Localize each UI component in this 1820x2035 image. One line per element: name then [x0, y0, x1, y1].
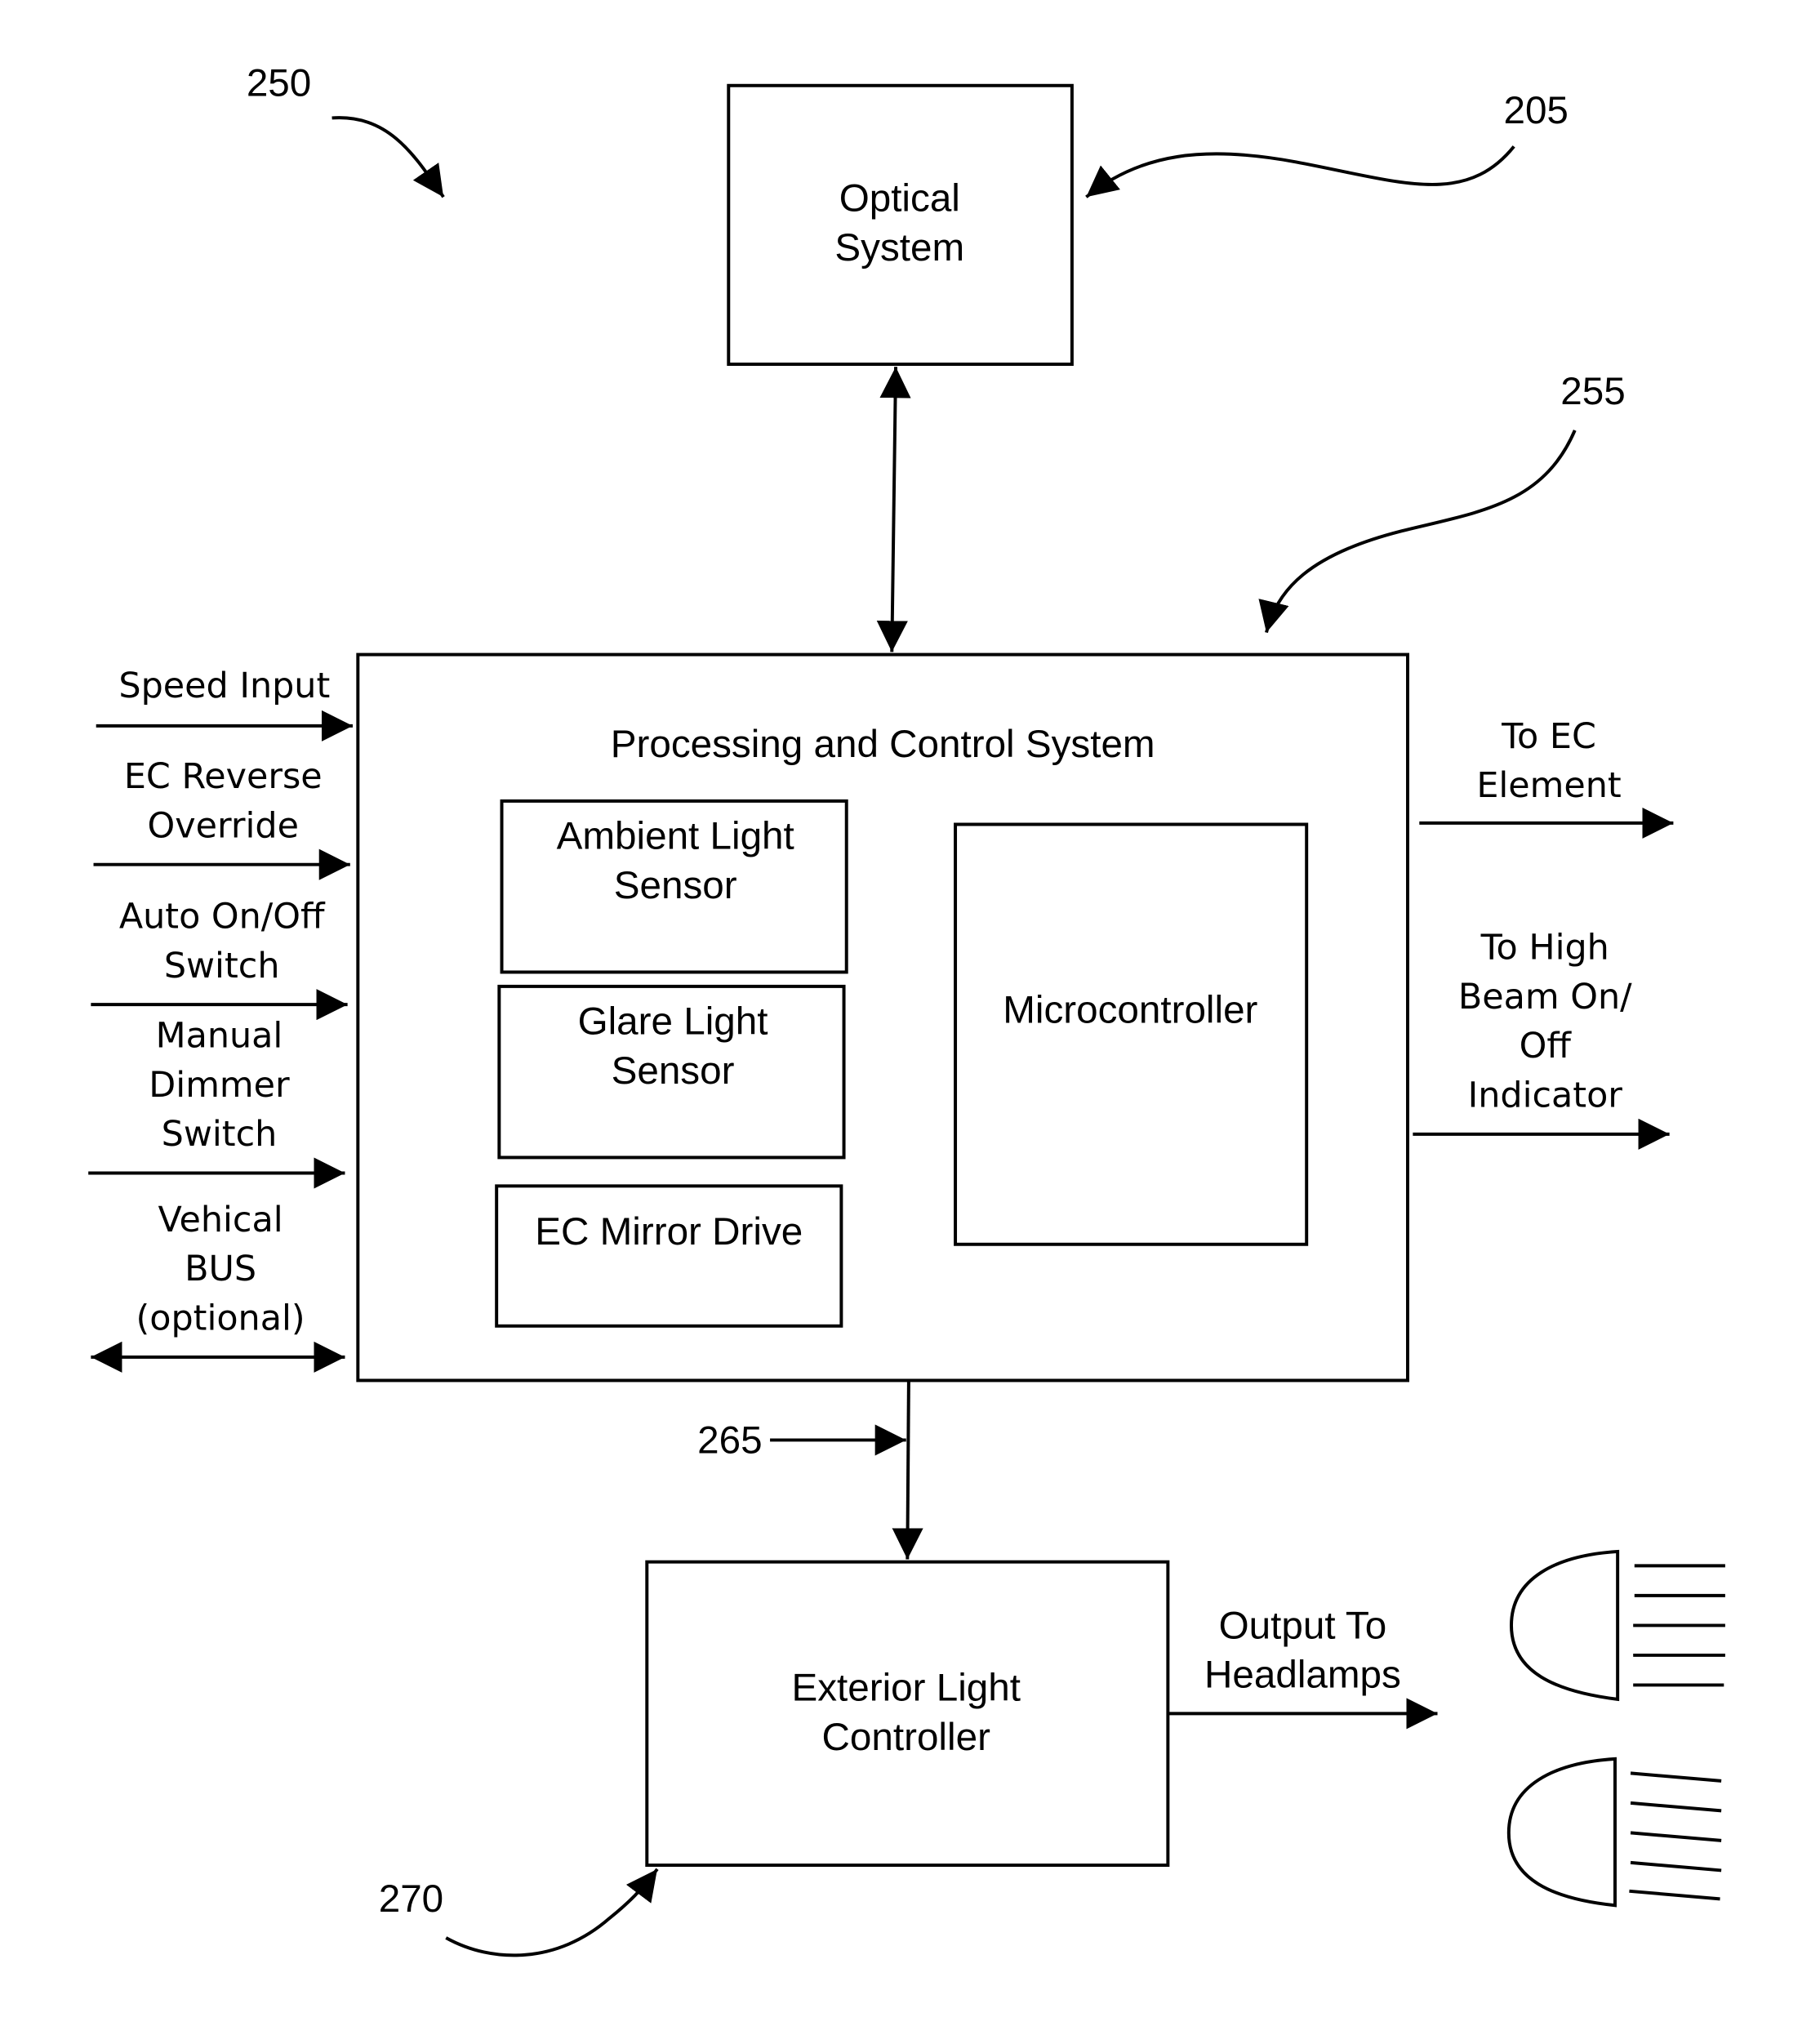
microcontroller-box	[954, 822, 1309, 1246]
glare-light-sensor-line2: Sensor	[612, 1049, 735, 1093]
input-auto-switch-line1: Auto On/Off	[119, 896, 326, 937]
output-high-beam-line1: To High	[1480, 928, 1609, 969]
ref-250-leader	[332, 116, 445, 198]
ref-270-leader	[445, 1868, 659, 1957]
input-auto-switch-line2: Switch	[164, 946, 280, 986]
ref-265-label: 265	[697, 1418, 762, 1462]
input-ec-reverse-line2: Override	[148, 805, 299, 846]
ambient-light-sensor-line1: Ambient Light	[557, 815, 794, 858]
input-bus-line3: (optional)	[136, 1298, 305, 1339]
block-diagram: 250 Optical System 205 255 Processing an…	[88, 61, 1725, 1957]
ec-mirror-drive-box	[495, 1184, 843, 1328]
optical-system-label-line2: System	[834, 226, 964, 269]
ec-mirror-drive-label: EC Mirror Drive	[535, 1210, 803, 1254]
ambient-light-sensor-line2: Sensor	[614, 864, 737, 907]
exterior-light-controller-line2: Controller	[822, 1716, 991, 1759]
ref-250-label: 250	[247, 61, 311, 105]
exterior-light-controller-box	[645, 1560, 1170, 1868]
input-ec-reverse-line1: EC Reverse	[124, 756, 323, 797]
output-ec-element-line1: To EC	[1501, 716, 1596, 757]
processing-to-exterior-link	[892, 1380, 923, 1560]
microcontroller-label: Microcontroller	[1003, 988, 1257, 1031]
input-dimmer-line1: Manual	[156, 1016, 283, 1057]
output-headlamps-line1: Output To	[1219, 1604, 1387, 1647]
input-dimmer-line2: Dimmer	[149, 1065, 290, 1106]
ref-205-label: 205	[1503, 89, 1568, 132]
output-headlamps-line2: Headlamps	[1204, 1654, 1401, 1697]
input-speed-label: Speed Input	[118, 666, 330, 706]
output-high-beam-line2: Beam On/	[1458, 977, 1632, 1018]
output-high-beam-line3: Off	[1520, 1026, 1573, 1066]
ref-255-leader	[1258, 430, 1577, 634]
optical-system-box	[727, 83, 1074, 367]
headlamp-high-beam-icon	[1510, 1549, 1725, 1702]
input-bus-line1: Vehical	[158, 1200, 283, 1240]
optical-processing-link	[876, 367, 911, 652]
exterior-light-controller-line1: Exterior Light	[791, 1666, 1020, 1709]
output-high-beam-line4: Indicator	[1468, 1075, 1623, 1116]
headlamp-low-beam-icon	[1506, 1757, 1722, 1908]
ref-255-label: 255	[1560, 370, 1625, 413]
processing-control-title: Processing and Control System	[611, 723, 1155, 766]
input-bus-line2: BUS	[185, 1249, 256, 1289]
ref-270-label: 270	[379, 1877, 443, 1921]
optical-system-label-line1: Optical	[839, 177, 960, 220]
glare-light-sensor-line1: Glare Light	[578, 1000, 768, 1044]
output-ec-element-line2: Element	[1476, 765, 1621, 806]
ref-205-leader	[1085, 145, 1515, 198]
input-dimmer-line3: Switch	[162, 1114, 278, 1155]
